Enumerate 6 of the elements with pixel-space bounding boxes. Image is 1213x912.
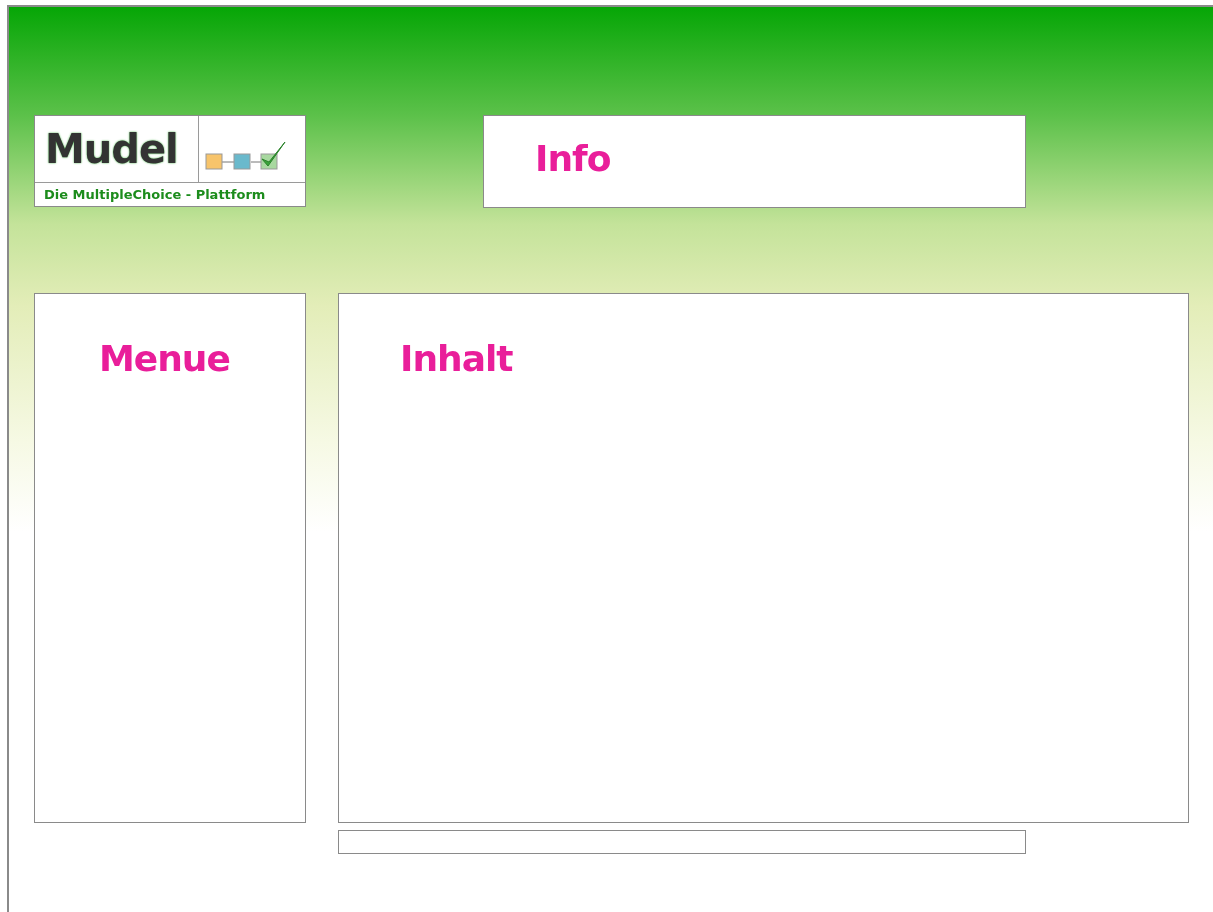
info-heading: Info <box>535 138 611 179</box>
menu-heading: Menue <box>99 338 230 379</box>
content-heading: Inhalt <box>400 338 513 379</box>
logo-title: Mudel <box>35 116 199 183</box>
logo-tagline: Die MultipleChoice - Plattform <box>43 186 267 204</box>
steps-check-icon <box>205 140 287 172</box>
